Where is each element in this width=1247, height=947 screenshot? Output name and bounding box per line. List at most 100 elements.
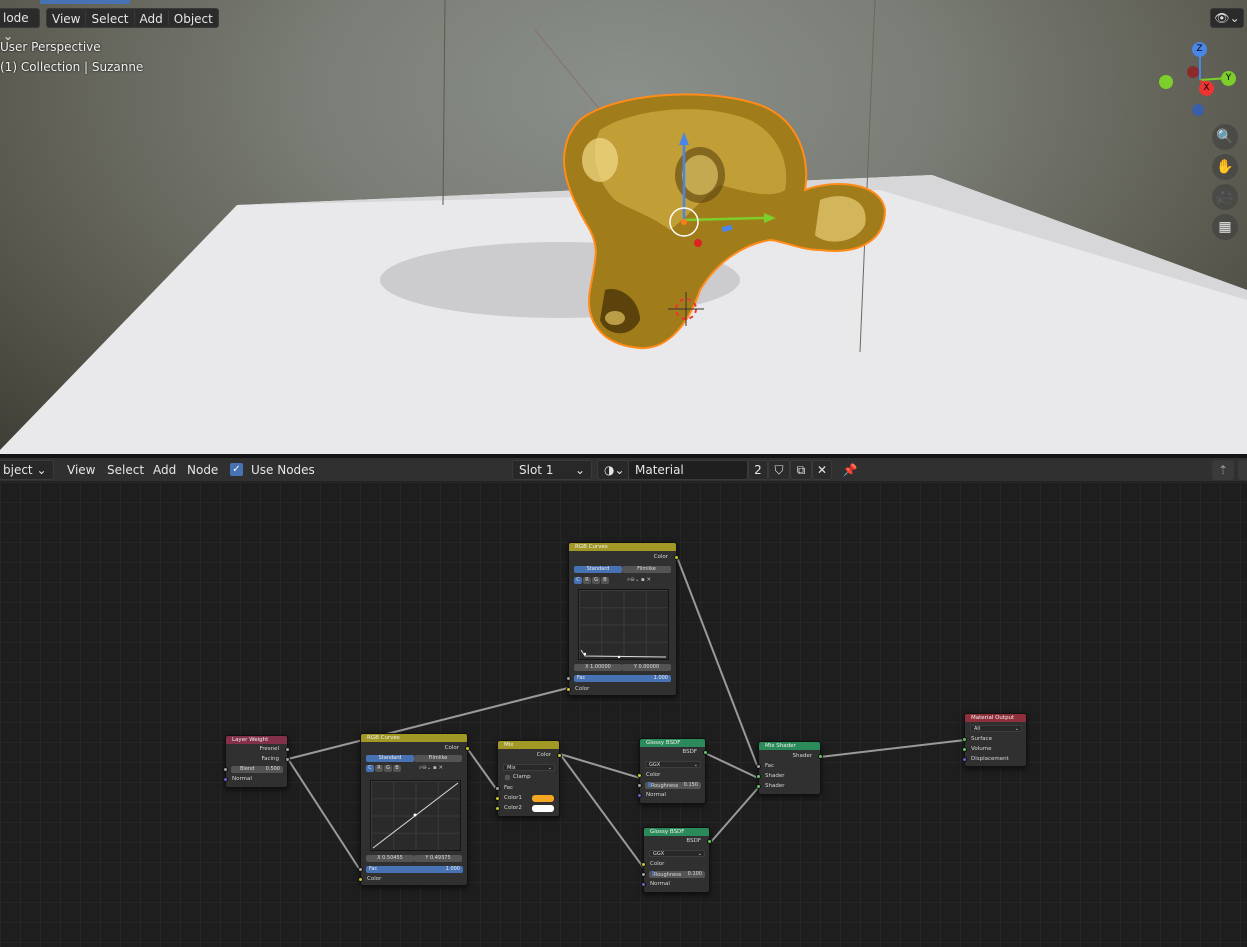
unlink-close-icon[interactable]: ✕ bbox=[812, 460, 832, 480]
zoom-icon[interactable]: 🔍 bbox=[1212, 124, 1238, 150]
socket-bsdf[interactable] bbox=[707, 839, 712, 844]
socket-normal[interactable] bbox=[641, 882, 646, 887]
socket-fac[interactable] bbox=[495, 786, 500, 791]
pin-icon[interactable]: 📌 bbox=[840, 460, 860, 480]
socket-normal[interactable] bbox=[637, 793, 642, 798]
menu-object[interactable]: Object bbox=[169, 9, 218, 27]
blend-field[interactable]: Blend 0.500 bbox=[231, 766, 283, 773]
channel-c[interactable]: C bbox=[366, 765, 374, 772]
socket-normal[interactable] bbox=[223, 777, 228, 782]
curve-x-field[interactable]: X 1.00000 bbox=[574, 664, 622, 671]
socket-shader-out[interactable] bbox=[818, 754, 823, 759]
duplicate-icon[interactable]: ⧉ bbox=[790, 460, 812, 480]
node-glossy-bsdf-2[interactable]: Glossy BSDF BSDF GGX ⌄ Color Roughness 0.1… bbox=[641, 827, 712, 893]
curve-graph[interactable] bbox=[578, 589, 669, 660]
roughness-field[interactable]: Roughness 0.100 bbox=[649, 871, 705, 878]
menu-select[interactable]: Select bbox=[86, 9, 135, 27]
fac-field[interactable]: Fac 1.000 bbox=[574, 675, 671, 682]
socket-color2[interactable] bbox=[495, 806, 500, 811]
3d-viewport[interactable]: lode ⌄ View Select Add Object 👁⌄ User Pe… bbox=[0, 0, 1247, 454]
node-mix[interactable]: Mix Color Mix ⌄ Clamp Fac Color1 Color2 bbox=[495, 740, 562, 817]
curve-tools-icon[interactable]: ⌕⊖⌄ ▪ ✕ bbox=[627, 577, 651, 584]
channel-b[interactable]: B bbox=[601, 577, 609, 584]
distribution-dropdown[interactable]: GGX ⌄ bbox=[649, 850, 705, 857]
ne-menu-view[interactable]: View bbox=[62, 460, 100, 480]
socket-surface[interactable] bbox=[962, 737, 967, 742]
distribution-dropdown[interactable]: GGX ⌄ bbox=[645, 761, 701, 768]
socket-color-in[interactable] bbox=[358, 877, 363, 882]
socket-displacement[interactable] bbox=[962, 757, 967, 762]
curve-graph[interactable] bbox=[370, 780, 461, 851]
ne-menu-select[interactable]: Select bbox=[102, 460, 149, 480]
tab-filmlike[interactable]: Filmlike bbox=[622, 566, 671, 573]
socket-roughness[interactable] bbox=[641, 872, 646, 877]
tab-filmlike[interactable]: Filmlike bbox=[414, 755, 462, 762]
node-mix-shader[interactable]: Mix Shader Shader Fac Shader Shader bbox=[756, 741, 823, 795]
socket-color1[interactable] bbox=[495, 796, 500, 801]
socket-bsdf[interactable] bbox=[703, 750, 708, 755]
node-layer-weight[interactable]: Layer Weight Fresnel Facing Blend 0.500 N… bbox=[223, 735, 290, 788]
socket-facing[interactable] bbox=[285, 757, 290, 762]
socket-volume[interactable] bbox=[962, 747, 967, 752]
socket-fac[interactable] bbox=[358, 867, 363, 872]
node-header[interactable]: Layer Weight bbox=[226, 736, 287, 744]
camera-icon[interactable]: 🎥 bbox=[1212, 184, 1238, 210]
node-header[interactable]: Glossy BSDF bbox=[644, 828, 709, 836]
socket-color-out[interactable] bbox=[674, 555, 679, 560]
blend-type-dropdown[interactable]: Mix ⌄ bbox=[503, 764, 555, 771]
channel-b[interactable]: B bbox=[393, 765, 401, 772]
channel-c[interactable]: C bbox=[574, 577, 582, 584]
node-rgb-curves-1[interactable]: RGB Curves Color Standard Filmlike C R G… bbox=[358, 733, 470, 886]
pan-hand-icon[interactable]: ✋ bbox=[1212, 154, 1238, 180]
node-editor-canvas[interactable]: Layer Weight Fresnel Facing Blend 0.500 N… bbox=[0, 482, 1247, 947]
socket-color-in[interactable] bbox=[566, 687, 571, 692]
menu-view[interactable]: View bbox=[47, 9, 87, 27]
curve-x-field[interactable]: X 0.50455 bbox=[366, 855, 414, 862]
menu-add[interactable]: Add bbox=[135, 9, 169, 27]
socket-fac[interactable] bbox=[566, 676, 571, 681]
ne-menu-node[interactable]: Node bbox=[182, 460, 223, 480]
socket-color[interactable] bbox=[637, 773, 642, 778]
socket-blend[interactable] bbox=[223, 767, 228, 772]
node-header[interactable]: Mix bbox=[498, 741, 559, 749]
slot-dropdown[interactable]: Slot 1 ⌄ bbox=[512, 460, 592, 480]
curve-y-field[interactable]: Y 0.00000 bbox=[622, 664, 671, 671]
socket-fresnel[interactable] bbox=[285, 747, 290, 752]
mode-dropdown[interactable]: lode ⌄ bbox=[0, 8, 40, 43]
material-name-field[interactable]: Material bbox=[628, 460, 748, 480]
node-header[interactable]: Mix Shader bbox=[759, 742, 820, 750]
node-header[interactable]: RGB Curves bbox=[569, 543, 676, 551]
sidebar-toggle[interactable] bbox=[1238, 460, 1247, 480]
channel-r[interactable]: R bbox=[375, 765, 383, 772]
node-glossy-bsdf-1[interactable]: Glossy BSDF BSDF GGX ⌄ Color Roughness 0.1… bbox=[637, 738, 708, 804]
socket-color[interactable] bbox=[641, 862, 646, 867]
use-nodes-checkbox[interactable]: ✓ bbox=[230, 463, 243, 476]
grid-perspective-icon[interactable]: ▦ bbox=[1212, 214, 1238, 240]
parent-node-tree-icon[interactable]: ⇡ bbox=[1212, 460, 1234, 480]
channel-g[interactable]: G bbox=[384, 765, 392, 772]
editor-type-dropdown[interactable]: bject ⌄ bbox=[0, 460, 54, 480]
node-material-output[interactable]: Material Output All ⌄ Surface Volume Disp… bbox=[962, 713, 1027, 767]
curve-tools-icon[interactable]: ⌕⊖⌄ ▪ ✕ bbox=[419, 765, 443, 772]
gizmo-z-axis[interactable]: Z bbox=[1192, 42, 1207, 57]
socket-color-out[interactable] bbox=[465, 746, 470, 751]
visibility-dropdown[interactable]: 👁⌄ bbox=[1210, 8, 1244, 28]
socket-shader2[interactable] bbox=[756, 784, 761, 789]
gizmo-y-axis[interactable]: Y bbox=[1221, 71, 1236, 86]
fake-user-shield-icon[interactable]: ⛉ bbox=[768, 460, 790, 480]
socket-shader1[interactable] bbox=[756, 774, 761, 779]
target-dropdown[interactable]: All ⌄ bbox=[970, 725, 1022, 732]
color1-swatch[interactable] bbox=[532, 795, 554, 802]
fac-field[interactable]: Fac 1.000 bbox=[366, 866, 463, 873]
gizmo-x-axis[interactable]: X bbox=[1199, 81, 1214, 96]
channel-r[interactable]: R bbox=[583, 577, 591, 584]
material-browse-button[interactable]: ◑⌄ bbox=[597, 460, 629, 480]
clamp-checkbox[interactable] bbox=[505, 775, 510, 780]
color2-swatch[interactable] bbox=[532, 805, 554, 812]
socket-fac[interactable] bbox=[756, 764, 761, 769]
tab-standard[interactable]: Standard bbox=[574, 566, 622, 573]
user-count-button[interactable]: 2 bbox=[748, 460, 768, 480]
roughness-field[interactable]: Roughness 0.150 bbox=[645, 782, 701, 789]
ne-menu-add[interactable]: Add bbox=[148, 460, 181, 480]
node-header[interactable]: Material Output bbox=[965, 714, 1026, 722]
